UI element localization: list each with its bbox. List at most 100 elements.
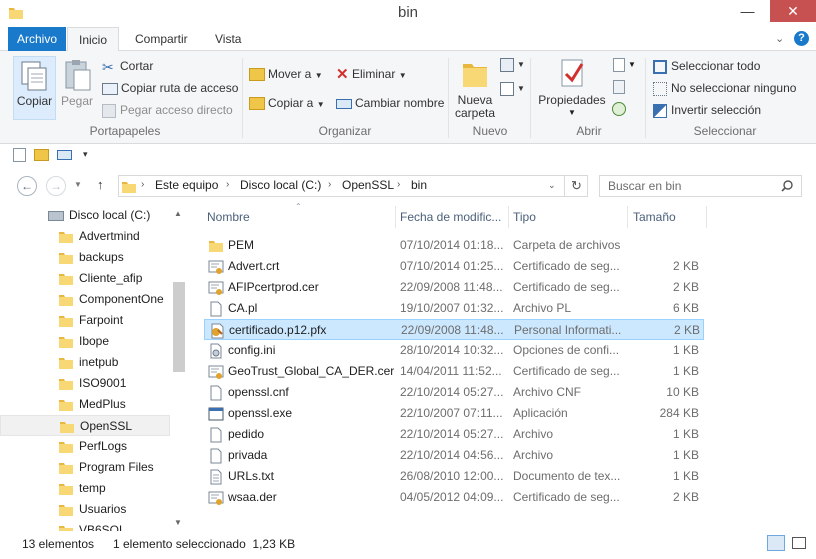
tab-archivo[interactable]: Archivo: [8, 27, 66, 51]
chevron-down-icon[interactable]: ▼: [568, 108, 576, 117]
breadcrumb-separator-icon[interactable]: ›: [141, 179, 144, 190]
refresh-icon[interactable]: ↻: [564, 176, 588, 196]
large-icons-view-icon[interactable]: [792, 537, 806, 549]
folder-icon: [59, 231, 73, 243]
new-folder-icon[interactable]: [34, 149, 49, 161]
rename-icon[interactable]: [57, 150, 72, 160]
new-folder-icon[interactable]: [460, 56, 490, 90]
file-name: CA.pl: [228, 301, 258, 315]
tab-inicio[interactable]: Inicio: [67, 27, 120, 52]
file-row[interactable]: config.ini 28/10/2014 10:32... Opciones de…: [204, 340, 704, 361]
scroll-up-icon[interactable]: ▲: [174, 209, 182, 218]
file-row[interactable]: certificado.p12.pfx 22/09/2008 11:48... Pe…: [204, 319, 704, 340]
back-button[interactable]: ←: [17, 176, 37, 196]
breadcrumb-separator-icon[interactable]: ›: [328, 179, 331, 190]
breadcrumb-separator-icon[interactable]: ›: [226, 179, 229, 190]
properties-icon[interactable]: [558, 58, 588, 90]
nav-item[interactable]: Advertmind: [0, 226, 170, 247]
seleccionar-todo-button[interactable]: Seleccionar todo: [653, 56, 760, 76]
details-view-icon[interactable]: [767, 535, 785, 551]
file-row[interactable]: openssl.cnf 22/10/2014 05:27... Archivo CN…: [204, 382, 704, 403]
copiar-label: Copiar: [16, 94, 53, 108]
chevron-down-icon[interactable]: ▼: [517, 60, 525, 69]
pegar-label[interactable]: Pegar: [58, 95, 96, 108]
nav-item[interactable]: Cliente_afip: [0, 268, 170, 289]
collapse-ribbon-icon[interactable]: ⌄: [775, 32, 784, 45]
file-row[interactable]: PEM 07/10/2014 01:18... Carpeta de archivo…: [204, 235, 704, 256]
open-icon[interactable]: [613, 58, 625, 72]
nav-item[interactable]: ISO9001: [0, 373, 170, 394]
file-row[interactable]: Advert.crt 07/10/2014 01:25... Certificado…: [204, 256, 704, 277]
file-row[interactable]: CA.pl 19/10/2007 01:32... Archivo PL 6 KB: [204, 298, 704, 319]
copiar-a-button[interactable]: Copiar a ▼: [249, 93, 325, 113]
nav-item[interactable]: Program Files: [0, 457, 170, 478]
mover-a-button[interactable]: Mover a ▼: [249, 64, 323, 84]
copiar-ruta-button[interactable]: Copiar ruta de acceso: [102, 78, 238, 98]
up-button[interactable]: ↑: [97, 177, 104, 192]
file-row[interactable]: privada 22/10/2014 04:56... Archivo 1 KB: [204, 445, 704, 466]
nav-item[interactable]: inetpub: [0, 352, 170, 373]
group-seleccionar: Seleccionar: [693, 124, 757, 138]
breadcrumb-openssl[interactable]: OpenSSL: [342, 178, 394, 192]
column-divider[interactable]: [508, 206, 509, 228]
properties-icon[interactable]: [13, 148, 26, 162]
breadcrumb-este-equipo[interactable]: Este equipo: [155, 178, 218, 192]
column-header-fecha[interactable]: Fecha de modific...: [400, 206, 501, 229]
pegar-acceso-button[interactable]: Pegar acceso directo: [102, 100, 233, 120]
column-divider[interactable]: [395, 206, 396, 228]
nav-item[interactable]: PerfLogs: [0, 436, 170, 457]
nav-item[interactable]: OpenSSL: [0, 415, 170, 436]
tab-compartir[interactable]: Compartir: [124, 27, 199, 51]
nueva-carpeta-button[interactable]: Nueva carpeta: [452, 94, 498, 120]
file-row[interactable]: GeoTrust_Global_CA_DER.cer 14/04/2011 11:…: [204, 361, 704, 382]
column-divider[interactable]: [627, 206, 628, 228]
file-type: Certificado de seg...: [513, 280, 620, 294]
eliminar-button[interactable]: ✕ Eliminar ▼: [336, 64, 407, 84]
column-header-tamano[interactable]: Tamaño: [633, 206, 676, 229]
nav-item[interactable]: backups: [0, 247, 170, 268]
file-row[interactable]: openssl.exe 22/10/2007 07:11... Aplicación…: [204, 403, 704, 424]
cortar-button[interactable]: ✂ Cortar: [102, 56, 153, 76]
column-divider[interactable]: [706, 206, 707, 228]
address-history-icon[interactable]: ⌄: [548, 180, 556, 191]
customize-toolbar-icon[interactable]: ▾: [83, 149, 88, 160]
easy-access-icon[interactable]: [500, 82, 514, 96]
scroll-down-icon[interactable]: ▼: [174, 518, 182, 527]
nav-disco-local[interactable]: Disco local (C:): [0, 205, 170, 226]
paste-icon[interactable]: [62, 58, 94, 92]
minimize-button[interactable]: —: [725, 0, 770, 22]
history-icon[interactable]: [612, 102, 626, 116]
nav-item[interactable]: MedPlus: [0, 394, 170, 415]
column-header-nombre[interactable]: Nombre: [207, 206, 250, 229]
nav-item[interactable]: Ibope: [0, 331, 170, 352]
file-row[interactable]: URLs.txt 26/08/2010 12:00... Documento de …: [204, 466, 704, 487]
chevron-down-icon[interactable]: ▼: [628, 60, 636, 69]
forward-button[interactable]: →: [46, 176, 66, 196]
file-row[interactable]: AFIPcertprod.cer 22/09/2008 11:48... Certi…: [204, 277, 704, 298]
no-seleccionar-button[interactable]: No seleccionar ninguno: [653, 78, 796, 98]
breadcrumb-disco-local[interactable]: Disco local (C:): [240, 178, 321, 192]
propiedades-button[interactable]: Propiedades: [536, 94, 608, 107]
nav-item[interactable]: Usuarios: [0, 499, 170, 520]
chevron-down-icon[interactable]: ▼: [517, 84, 525, 93]
close-button[interactable]: ✕: [770, 0, 816, 22]
help-icon[interactable]: ?: [794, 31, 809, 46]
column-header-tipo[interactable]: Tipo: [513, 206, 536, 229]
nav-item[interactable]: Farpoint: [0, 310, 170, 331]
cambiar-nombre-button[interactable]: Cambiar nombre: [336, 93, 444, 113]
recent-locations-icon[interactable]: ▼: [74, 180, 82, 189]
edit-icon[interactable]: [613, 80, 625, 94]
breadcrumb-separator-icon[interactable]: ›: [397, 179, 400, 190]
nav-item-label: MedPlus: [79, 397, 126, 411]
search-icon[interactable]: [780, 179, 794, 193]
breadcrumb-bin[interactable]: bin: [411, 178, 427, 192]
tab-vista[interactable]: Vista: [204, 27, 252, 51]
nav-item[interactable]: ComponentOne: [0, 289, 170, 310]
nav-item[interactable]: temp: [0, 478, 170, 499]
new-item-icon[interactable]: [500, 58, 514, 72]
ribbon-separator: [242, 58, 243, 138]
file-row[interactable]: wsaa.der 04/05/2012 04:09... Certificado d…: [204, 487, 704, 508]
file-row[interactable]: pedido 22/10/2014 05:27... Archivo 1 KB: [204, 424, 704, 445]
invertir-seleccion-button[interactable]: Invertir selección: [653, 100, 761, 120]
nav-scrollbar-thumb[interactable]: [173, 282, 185, 372]
